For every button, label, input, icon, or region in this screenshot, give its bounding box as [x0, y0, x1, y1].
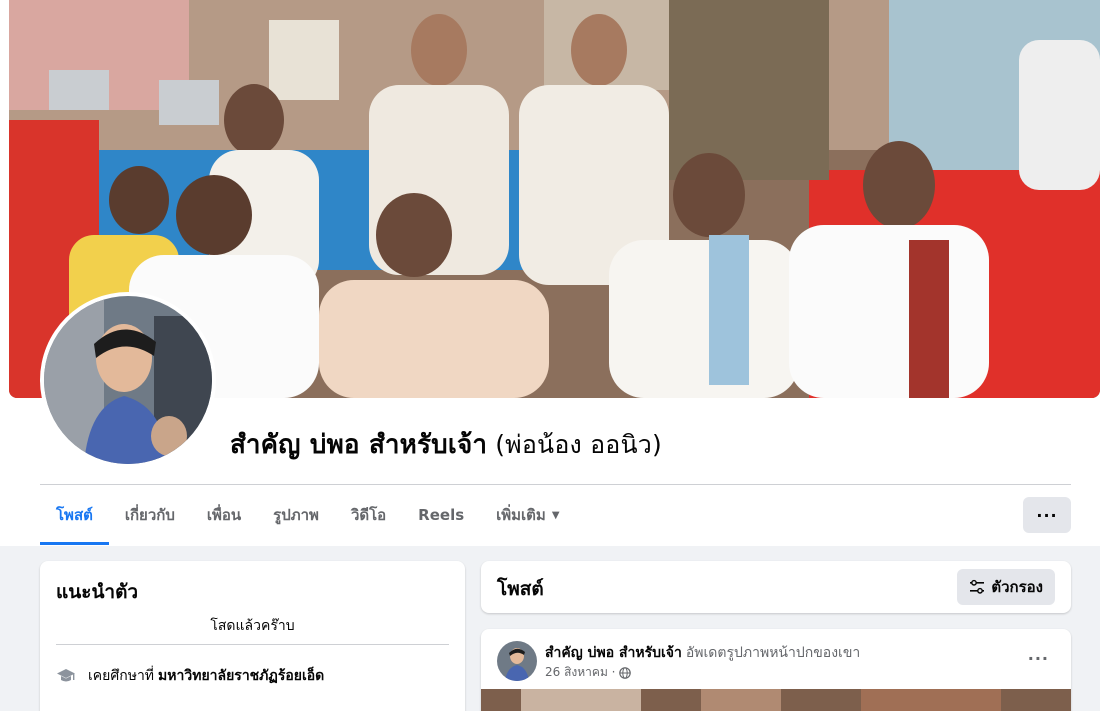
sliders-icon [970, 579, 985, 594]
profile-page: สำคัญ บ่พอ สำหรับเจ้า (พ่อน้อง ออนิว) โพส… [0, 0, 1100, 711]
post-image[interactable] [481, 689, 1071, 711]
intro-divider [56, 644, 449, 645]
tab-friends-label: เพื่อน [206, 506, 242, 524]
post-date[interactable]: 26 สิงหาคม · [545, 663, 615, 682]
graduation-cap-icon [57, 669, 75, 682]
profile-display-name: สำคัญ บ่พอ สำหรับเจ้า [230, 430, 488, 460]
tab-about-label: เกี่ยวกับ [124, 506, 175, 524]
posts-header-card: โพสต์ ตัวกรอง [481, 561, 1071, 613]
tab-more[interactable]: เพิ่มเติม ▼ [480, 485, 575, 545]
intro-bio: โสดแล้วคร๊าบ [210, 618, 295, 634]
post-header: สำคัญ บ่พอ สำหรับเจ้า อัพเดตรูปภาพหน้าปกข… [545, 642, 860, 664]
tab-reels[interactable]: Reels [402, 485, 480, 545]
more-dots-icon: ··· [1036, 505, 1058, 525]
avatar-image [44, 296, 212, 464]
filter-button[interactable]: ตัวกรอง [957, 569, 1055, 605]
posts-title: โพสต์ [497, 578, 544, 600]
tab-more-label: เพิ่มเติม [496, 506, 546, 524]
profile-more-button[interactable]: ··· [1023, 497, 1071, 533]
post-author-avatar[interactable] [497, 641, 537, 681]
intro-education: เคยศึกษาที่ มหาวิทยาลัยราชภัฏร้อยเอ็ด [56, 665, 324, 687]
intro-title: แนะนำตัว [56, 581, 139, 603]
tab-videos-label: วิดีโอ [350, 506, 387, 524]
post-more-button[interactable]: ··· [1028, 649, 1049, 668]
tab-about[interactable]: เกี่ยวกับ [109, 485, 191, 545]
tab-posts-label: โพสต์ [56, 506, 93, 524]
post-action-text: อัพเดตรูปภาพหน้าปกของเขา [685, 645, 861, 661]
caret-down-icon: ▼ [551, 509, 560, 521]
tab-friends[interactable]: เพื่อน [191, 485, 257, 545]
profile-avatar[interactable] [40, 292, 216, 468]
intro-card: แนะนำตัว โสดแล้วคร๊าบ เคยศึกษาที่ มหาวิท… [40, 561, 465, 711]
post-card: สำคัญ บ่พอ สำหรับเจ้า อัพเดตรูปภาพหน้าปกข… [481, 629, 1071, 711]
tab-videos[interactable]: วิดีโอ [335, 485, 402, 545]
tab-photos-label: รูปภาพ [273, 506, 319, 524]
tab-reels-label: Reels [418, 506, 465, 524]
profile-alternate-name: (พ่อน้อง ออนิว) [495, 430, 663, 459]
profile-tabs: โพสต์ เกี่ยวกับ เพื่อน รูปภาพ วิดีโอ Ree… [40, 485, 576, 545]
filter-label: ตัวกรอง [991, 578, 1043, 596]
education-prefix: เคยศึกษาที่ [88, 668, 155, 684]
tab-posts[interactable]: โพสต์ [40, 485, 109, 545]
profile-name: สำคัญ บ่พอ สำหรับเจ้า (พ่อน้อง ออนิว) [230, 424, 662, 465]
post-author-name[interactable]: สำคัญ บ่พอ สำหรับเจ้า [545, 645, 682, 661]
tab-photos[interactable]: รูปภาพ [257, 485, 335, 545]
education-school-link[interactable]: มหาวิทยาลัยราชภัฏร้อยเอ็ด [158, 665, 324, 687]
more-dots-icon: ··· [1027, 649, 1049, 668]
globe-icon [619, 666, 632, 679]
post-meta: 26 สิงหาคม · [545, 663, 632, 682]
